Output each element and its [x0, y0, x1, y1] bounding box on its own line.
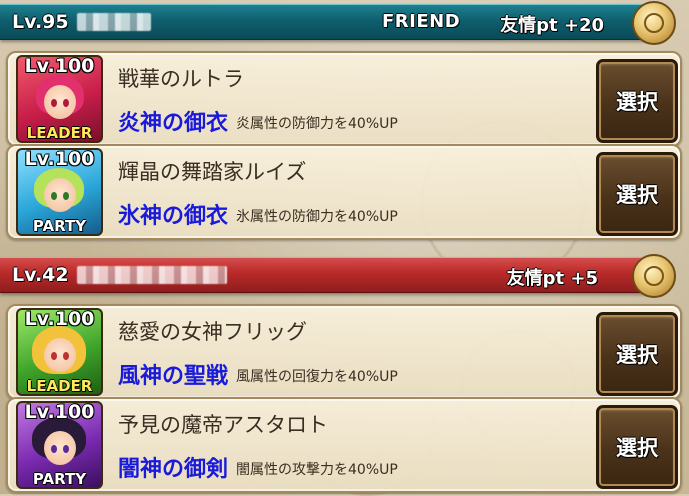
monster-avatar: Lv.100 PARTY	[16, 401, 103, 489]
role-badge: PARTY	[32, 470, 87, 488]
monster-avatar: Lv.100 LEADER	[16, 308, 103, 396]
leader-skill-effect: 闇属性の攻撃力を40%UP	[236, 462, 398, 478]
header-ornament-icon	[632, 254, 676, 298]
helper-card[interactable]: Lv.100 PARTY 予見の魔帝アスタロト 闇神の御剣 闇属性の攻撃力を40…	[6, 397, 682, 493]
leader-skill-name: 風神の聖戦	[118, 364, 229, 389]
select-button[interactable]: 選択	[596, 312, 678, 396]
monster-avatar: Lv.100 LEADER	[16, 55, 103, 143]
friend-level: Lv.95	[12, 11, 69, 33]
character-name: 輝晶の舞踏家ルイズ	[118, 160, 307, 184]
select-button[interactable]: 選択	[596, 405, 678, 489]
character-eye	[63, 352, 69, 360]
avatar-level: Lv.100	[24, 401, 95, 423]
character-name: 慈愛の女神フリッグ	[118, 320, 307, 344]
helper-card[interactable]: Lv.100 PARTY 輝晶の舞踏家ルイズ 氷神の御衣 氷属性の防御力を40%…	[6, 144, 682, 240]
leader-skill-effect: 炎属性の防御力を40%UP	[236, 116, 398, 132]
character-eye	[51, 445, 57, 453]
character-eye	[51, 352, 57, 360]
avatar-level: Lv.100	[24, 308, 95, 330]
blurred-player-name	[76, 266, 227, 284]
character-eye	[63, 99, 69, 107]
friend-points: 友情pt +20	[500, 15, 604, 36]
leader-skill-name: 炎神の御衣	[118, 111, 229, 136]
monster-avatar: Lv.100 PARTY	[16, 148, 103, 236]
avatar-level: Lv.100	[24, 55, 95, 77]
select-button[interactable]: 選択	[596, 152, 678, 236]
blurred-player-name	[76, 13, 151, 31]
friend-badge: FRIEND	[382, 11, 461, 32]
character-eye	[63, 192, 69, 200]
role-badge: PARTY	[32, 217, 87, 235]
character-eye	[51, 192, 57, 200]
friend-level: Lv.42	[12, 264, 69, 286]
character-eye	[63, 445, 69, 453]
friend-group-header: Lv.42 友情pt +5	[0, 254, 676, 298]
avatar-level: Lv.100	[24, 148, 95, 170]
friend-group-header: Lv.95 FRIEND 友情pt +20	[0, 1, 676, 45]
select-button[interactable]: 選択	[596, 59, 678, 143]
friend-points: 友情pt +5	[506, 268, 598, 289]
header-ornament-icon	[632, 1, 676, 45]
leader-skill-effect: 氷属性の防御力を40%UP	[236, 209, 398, 225]
leader-skill-name: 闇神の御剣	[118, 457, 229, 482]
character-eye	[51, 99, 57, 107]
role-badge: LEADER	[26, 124, 93, 142]
character-face	[44, 431, 76, 465]
character-face	[44, 85, 76, 119]
helper-card[interactable]: Lv.100 LEADER 戦華のルトラ 炎神の御衣 炎属性の防御力を40%UP…	[6, 51, 682, 147]
character-face	[44, 338, 76, 372]
leader-skill-effect: 風属性の回復力を40%UP	[236, 369, 398, 385]
character-name: 予見の魔帝アスタロト	[118, 413, 328, 437]
helper-card[interactable]: Lv.100 LEADER 慈愛の女神フリッグ 風神の聖戦 風属性の回復力を40…	[6, 304, 682, 400]
role-badge: LEADER	[26, 377, 93, 395]
leader-skill-name: 氷神の御衣	[118, 204, 229, 229]
character-face	[44, 178, 76, 212]
character-name: 戦華のルトラ	[118, 67, 244, 91]
